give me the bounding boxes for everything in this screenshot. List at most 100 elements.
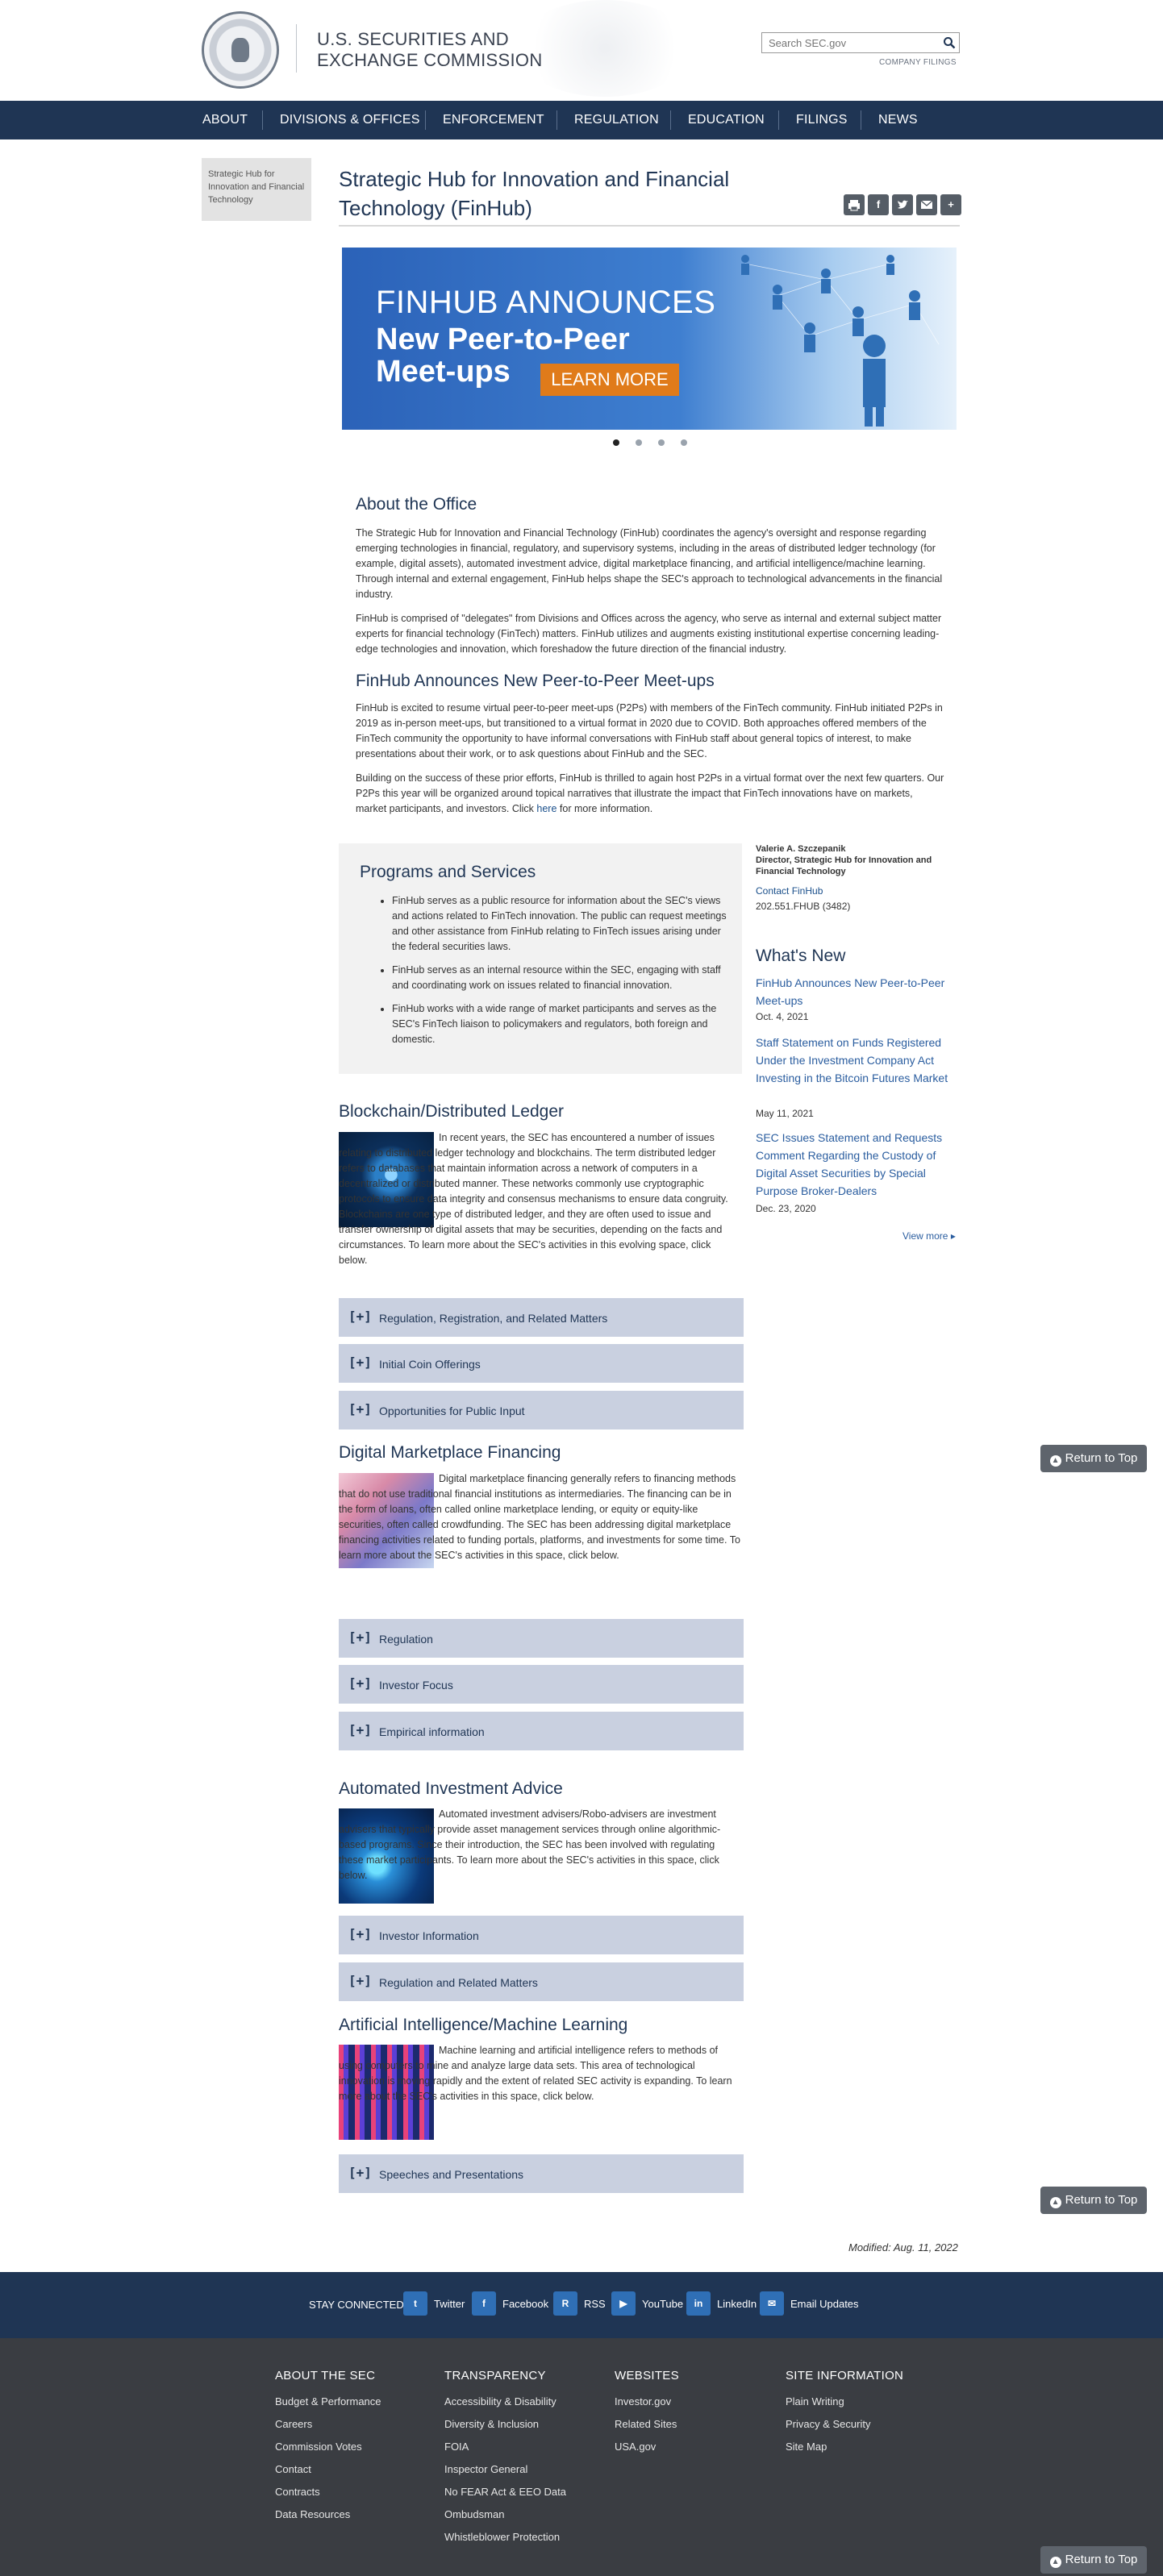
nav-separator bbox=[425, 110, 426, 130]
footer-heading: TRANSPARENCY bbox=[444, 2369, 546, 2382]
aia-heading: Automated Investment Advice bbox=[339, 1779, 563, 1798]
list-item: FinHub serves as a public resource for i… bbox=[392, 893, 731, 955]
footer-column-site-information: SITE INFORMATION Plain Writing Privacy &… bbox=[786, 2369, 903, 2463]
learn-more-button[interactable]: LEARN MORE bbox=[540, 364, 679, 396]
facebook-icon[interactable]: f bbox=[868, 194, 889, 215]
footer-heading: SITE INFORMATION bbox=[786, 2369, 904, 2382]
nav-education[interactable]: EDUCATION bbox=[688, 113, 765, 127]
footer-link[interactable]: Whistleblower Protection bbox=[444, 2531, 566, 2545]
accordion-regulation-related[interactable]: [+] Regulation and Related Matters bbox=[339, 1962, 744, 2001]
meetups-text: for more information. bbox=[556, 803, 653, 814]
footer-column-about: ABOUT THE SEC Budget & Performance Caree… bbox=[275, 2369, 381, 2531]
aia-paragraph: Automated investment advisers/Robo-advis… bbox=[339, 1807, 742, 1883]
email-icon[interactable] bbox=[916, 194, 937, 215]
accordion-label: Regulation, Registration, and Related Ma… bbox=[379, 1312, 608, 1325]
footer-link[interactable]: USA.gov bbox=[615, 2441, 679, 2455]
title-divider bbox=[339, 225, 960, 227]
footer-link[interactable]: Contracts bbox=[275, 2486, 381, 2500]
footer-link[interactable]: Contact bbox=[275, 2463, 381, 2478]
expand-icon: [+] bbox=[348, 2165, 372, 2180]
accordion-label: Opportunities for Public Input bbox=[379, 1405, 525, 1417]
programs-heading: Programs and Services bbox=[360, 863, 536, 881]
page-title: Strategic Hub for Innovation and Financi… bbox=[339, 164, 790, 223]
nav-regulation[interactable]: REGULATION bbox=[574, 113, 659, 127]
accordion-regulation-registration[interactable]: [+] Regulation, Registration, and Related… bbox=[339, 1298, 744, 1337]
contact-phone: 202.551.FHUB (3482) bbox=[756, 901, 851, 912]
modified-date: Modified: Aug. 11, 2022 bbox=[848, 2241, 958, 2253]
footer-link[interactable]: Diversity & Inclusion bbox=[444, 2418, 566, 2432]
footer-link[interactable]: Commission Votes bbox=[275, 2441, 381, 2455]
hero-banner[interactable]: FINHUB ANNOUNCES New Peer-to-Peer Meet-u… bbox=[342, 248, 957, 430]
accordion-investor-focus[interactable]: [+] Investor Focus bbox=[339, 1665, 744, 1704]
footer-link[interactable]: FOIA bbox=[444, 2441, 566, 2455]
plus-icon[interactable]: + bbox=[940, 194, 961, 215]
social-label: LinkedIn bbox=[717, 2298, 757, 2310]
accordion-investor-information[interactable]: [+] Investor Information bbox=[339, 1916, 744, 1954]
accordion-speeches-presentations[interactable]: [+] Speeches and Presentations bbox=[339, 2154, 744, 2193]
nav-about[interactable]: ABOUT bbox=[202, 113, 248, 127]
meetups-heading: FinHub Announces New Peer-to-Peer Meet-u… bbox=[356, 672, 715, 690]
footer-link[interactable]: Data Resources bbox=[275, 2508, 381, 2523]
footer-link[interactable]: Investor.gov bbox=[615, 2395, 679, 2410]
footer-link[interactable]: Related Sites bbox=[615, 2418, 679, 2432]
site-header: U.S. SECURITIES AND EXCHANGE COMMISSION … bbox=[0, 0, 1163, 101]
list-item: FinHub works with a wide range of market… bbox=[392, 1001, 731, 1047]
programs-services-box: Programs and Services FinHub serves as a… bbox=[339, 843, 742, 1074]
main-nav: ABOUT DIVISIONS & OFFICES ENFORCEMENT RE… bbox=[0, 101, 1163, 139]
return-to-top-button[interactable]: ▲ Return to Top bbox=[1040, 2546, 1147, 2574]
footer-heading: ABOUT THE SEC bbox=[275, 2369, 376, 2382]
footer-link[interactable]: Inspector General bbox=[444, 2463, 566, 2478]
contact-name: Valerie A. Szczepanik bbox=[756, 844, 846, 854]
nav-enforcement[interactable]: ENFORCEMENT bbox=[443, 113, 544, 127]
carousel-dot[interactable] bbox=[613, 439, 619, 446]
nav-news[interactable]: NEWS bbox=[878, 113, 918, 127]
news-link[interactable]: SEC Issues Statement and Requests Commen… bbox=[756, 1129, 957, 1200]
footer-link[interactable]: Careers bbox=[275, 2418, 381, 2432]
footer-link[interactable]: No FEAR Act & EEO Data bbox=[444, 2486, 566, 2500]
news-link[interactable]: FinHub Announces New Peer-to-Peer Meet-u… bbox=[756, 974, 957, 1009]
here-link[interactable]: here bbox=[536, 803, 556, 814]
footer-link[interactable]: Budget & Performance bbox=[275, 2395, 381, 2410]
accordion-initial-coin-offerings[interactable]: [+] Initial Coin Offerings bbox=[339, 1344, 744, 1383]
company-filings-link[interactable]: COMPANY FILINGS bbox=[879, 58, 957, 67]
return-to-top-button[interactable]: ▲ Return to Top bbox=[1040, 2187, 1147, 2214]
sec-seal-logo[interactable] bbox=[202, 11, 279, 89]
twitter-icon[interactable] bbox=[892, 194, 913, 215]
print-icon[interactable] bbox=[844, 194, 865, 215]
nav-filings[interactable]: FILINGS bbox=[796, 113, 848, 127]
social-label: RSS bbox=[584, 2298, 606, 2310]
news-date: Dec. 23, 2020 bbox=[756, 1203, 816, 1214]
nav-divisions-offices[interactable]: DIVISIONS & OFFICES bbox=[280, 113, 420, 127]
footer-link[interactable]: Privacy & Security bbox=[786, 2418, 903, 2432]
contact-finhub-link[interactable]: Contact FinHub bbox=[756, 885, 823, 897]
about-heading: About the Office bbox=[356, 495, 477, 514]
return-to-top-button[interactable]: ▲ Return to Top bbox=[1040, 1445, 1147, 1472]
footer-heading: WEBSITES bbox=[615, 2369, 679, 2382]
sidebar-current-page[interactable]: Strategic Hub for Innovation and Financi… bbox=[202, 158, 311, 221]
footer-link[interactable]: Plain Writing bbox=[786, 2395, 903, 2410]
footer-link[interactable]: Site Map bbox=[786, 2441, 903, 2455]
expand-icon: [+] bbox=[348, 1926, 372, 1941]
ai-heading: Artificial Intelligence/Machine Learning bbox=[339, 2016, 628, 2034]
carousel-dot[interactable] bbox=[681, 439, 687, 446]
accordion-regulation[interactable]: [+] Regulation bbox=[339, 1619, 744, 1658]
blockchain-paragraph: In recent years, the SEC has encountered… bbox=[339, 1130, 742, 1268]
news-link[interactable]: Staff Statement on Funds Registered Unde… bbox=[756, 1034, 957, 1087]
seal-watermark bbox=[516, 0, 694, 97]
search-icon[interactable] bbox=[943, 36, 956, 49]
agency-name[interactable]: U.S. SECURITIES AND EXCHANGE COMMISSION bbox=[317, 29, 543, 71]
social-label: Facebook bbox=[502, 2298, 549, 2310]
search-input[interactable] bbox=[762, 33, 932, 52]
whats-new-heading: What's New bbox=[756, 947, 846, 965]
carousel-dot[interactable] bbox=[658, 439, 665, 446]
carousel-dot[interactable] bbox=[636, 439, 642, 446]
return-to-top-label: Return to Top bbox=[1065, 2553, 1138, 2566]
accordion-empirical-information[interactable]: [+] Empirical information bbox=[339, 1712, 744, 1750]
accordion-public-input[interactable]: [+] Opportunities for Public Input bbox=[339, 1391, 744, 1429]
footer-link[interactable]: Accessibility & Disability bbox=[444, 2395, 566, 2410]
ai-text: Machine learning and artificial intellig… bbox=[339, 2045, 732, 2102]
view-more-link[interactable]: View more ▸ bbox=[902, 1230, 956, 1242]
nav-separator bbox=[262, 110, 263, 130]
footer-link[interactable]: Ombudsman bbox=[444, 2508, 566, 2523]
chevron-right-icon: ▸ bbox=[950, 1230, 956, 1242]
